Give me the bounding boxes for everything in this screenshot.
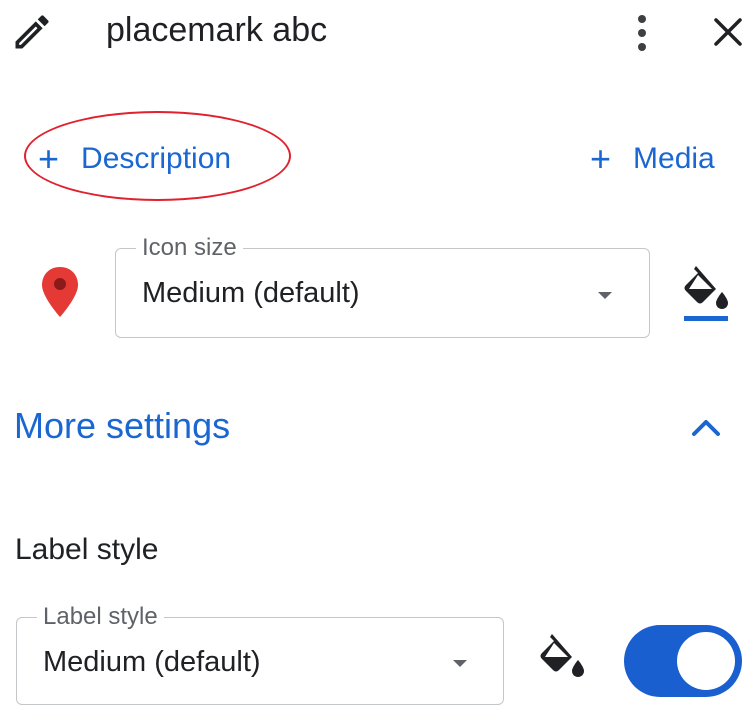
label-style-legend: Label style: [37, 602, 164, 632]
label-color-button[interactable]: [536, 630, 586, 678]
label-visibility-toggle[interactable]: [624, 625, 742, 697]
chevron-up-icon: [692, 420, 720, 436]
add-description-button[interactable]: + Description: [38, 138, 231, 180]
label-style-heading: Label style: [15, 533, 159, 566]
description-label: Description: [81, 142, 232, 175]
plus-icon: +: [38, 138, 60, 179]
edit-button[interactable]: [10, 10, 54, 54]
marker-icon-button[interactable]: [38, 265, 82, 321]
more-options-button[interactable]: [628, 8, 656, 56]
media-label: Media: [633, 142, 715, 175]
placemark-title[interactable]: placemark abc: [106, 6, 327, 54]
label-style-select[interactable]: Label style Medium (default): [16, 602, 504, 705]
collapse-button[interactable]: [688, 412, 724, 442]
plus-icon: +: [590, 138, 612, 179]
pencil-icon: [15, 15, 49, 49]
paint-bucket-icon: [684, 266, 728, 321]
paint-bucket-icon: [540, 634, 584, 677]
close-icon: [714, 18, 742, 46]
icon-size-value: Medium (default): [142, 277, 360, 309]
add-media-button[interactable]: + Media: [590, 138, 715, 180]
toggle-knob: [677, 632, 735, 690]
dropdown-arrow-icon: [598, 292, 612, 299]
more-vert-icon: [638, 15, 646, 51]
icon-color-button[interactable]: [680, 262, 730, 324]
map-pin-icon: [42, 267, 78, 317]
icon-size-select[interactable]: Icon size Medium (default): [115, 233, 650, 338]
close-button[interactable]: [708, 12, 748, 52]
label-style-value: Medium (default): [43, 646, 261, 678]
more-settings-toggle[interactable]: More settings: [14, 402, 230, 450]
icon-size-legend: Icon size: [136, 233, 243, 263]
dropdown-arrow-icon: [453, 660, 467, 667]
